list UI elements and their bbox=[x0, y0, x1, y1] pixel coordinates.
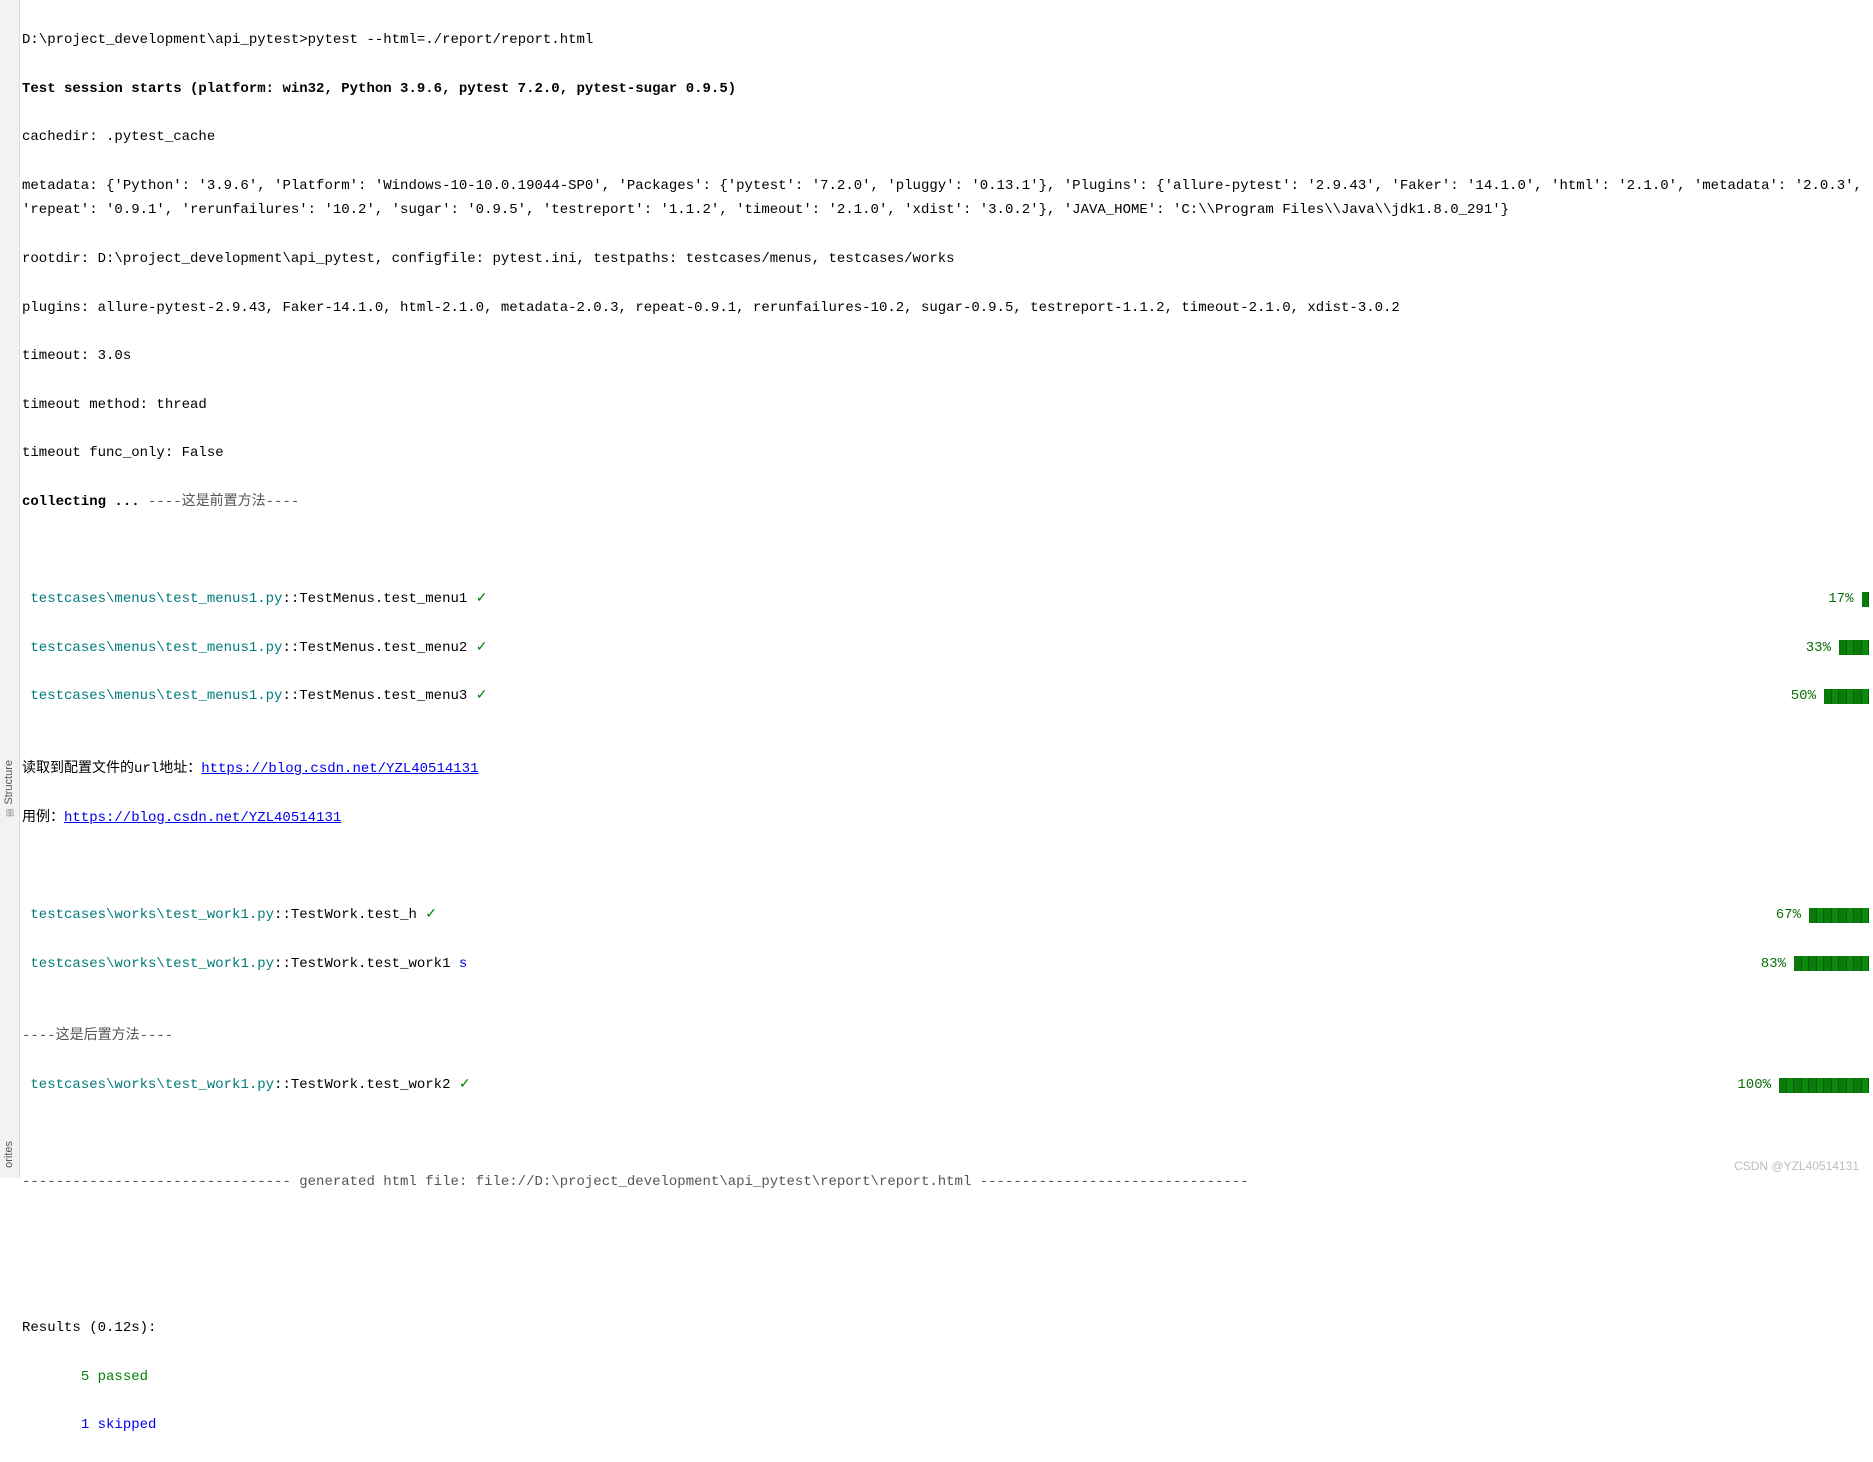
rootdir-line: rootdir: D:\project_development\api_pyte… bbox=[22, 247, 1869, 271]
teardown-line: ----这是后置方法---- bbox=[22, 1024, 1869, 1048]
progress-percent: 17% bbox=[1828, 587, 1853, 611]
progress-bar bbox=[1824, 689, 1869, 704]
case-url-line: 用例：https://blog.csdn.net/YZL40514131 bbox=[22, 806, 1869, 830]
results-header: Results (0.12s): bbox=[22, 1316, 1869, 1340]
progress-bar bbox=[1794, 956, 1869, 971]
timeout-line: timeout: 3.0s bbox=[22, 344, 1869, 368]
test-node: ::TestMenus.test_menu1 bbox=[282, 591, 475, 607]
progress-bar bbox=[1862, 592, 1870, 607]
plugins-line: plugins: allure-pytest-2.9.43, Faker-14.… bbox=[22, 296, 1869, 320]
generated-file-line: -------------------------------- generat… bbox=[22, 1170, 1869, 1194]
test-file: testcases\menus\test_menus1.py bbox=[22, 591, 282, 607]
timeout-method-line: timeout method: thread bbox=[22, 393, 1869, 417]
test-file: testcases\works\test_work1.py bbox=[22, 907, 274, 923]
test-result-row: testcases\menus\test_menus1.py::TestMenu… bbox=[22, 587, 1869, 611]
test-file: testcases\works\test_work1.py bbox=[22, 1077, 274, 1093]
metadata-line: metadata: {'Python': '3.9.6', 'Platform'… bbox=[22, 174, 1869, 223]
session-header: Test session starts (platform: win32, Py… bbox=[22, 77, 1869, 101]
sidebar-structure-tab[interactable]: ▥ Structure bbox=[3, 760, 15, 818]
test-result-row: testcases\menus\test_menus1.py::TestMenu… bbox=[22, 684, 1869, 708]
progress-percent: 33% bbox=[1806, 636, 1831, 660]
command-line: D:\project_development\api_pytest>pytest… bbox=[22, 28, 1869, 52]
checkmark-icon: ✓ bbox=[425, 907, 437, 923]
test-file: testcases\menus\test_menus1.py bbox=[22, 688, 282, 704]
skipped-mark-icon: s bbox=[459, 956, 467, 972]
terminal-output[interactable]: D:\project_development\api_pytest>pytest… bbox=[22, 4, 1869, 1462]
sidebar-favorites-tab[interactable]: orites bbox=[3, 1141, 15, 1168]
ide-sidebar: ▥ Structure orites bbox=[0, 0, 20, 1178]
test-result-row: testcases\menus\test_menus1.py::TestMenu… bbox=[22, 636, 1869, 660]
test-node: ::TestWork.test_h bbox=[274, 907, 425, 923]
checkmark-icon: ✓ bbox=[476, 688, 488, 704]
test-result-row: testcases\works\test_work1.py::TestWork.… bbox=[22, 903, 1869, 927]
test-node: ::TestWork.test_work2 bbox=[274, 1077, 459, 1093]
results-skipped: 1 skipped bbox=[22, 1413, 1869, 1437]
progress-percent: 50% bbox=[1791, 684, 1816, 708]
checkmark-icon: ✓ bbox=[459, 1077, 471, 1093]
results-passed: 5 passed bbox=[22, 1365, 1869, 1389]
config-url-line: 读取到配置文件的url地址：https://blog.csdn.net/YZL4… bbox=[22, 757, 1869, 781]
test-node: ::TestMenus.test_menu3 bbox=[282, 688, 475, 704]
test-node: ::TestWork.test_work1 bbox=[274, 956, 459, 972]
progress-bar bbox=[1779, 1078, 1869, 1093]
test-file: testcases\works\test_work1.py bbox=[22, 956, 274, 972]
test-node: ::TestMenus.test_menu2 bbox=[282, 640, 475, 656]
test-result-row: testcases\works\test_work1.py::TestWork.… bbox=[22, 952, 1869, 976]
case-url-link[interactable]: https://blog.csdn.net/YZL40514131 bbox=[64, 810, 341, 826]
progress-percent: 100% bbox=[1737, 1073, 1771, 1097]
cachedir-line: cachedir: .pytest_cache bbox=[22, 125, 1869, 149]
checkmark-icon: ✓ bbox=[476, 640, 488, 656]
progress-bar bbox=[1809, 908, 1869, 923]
test-file: testcases\menus\test_menus1.py bbox=[22, 640, 282, 656]
checkmark-icon: ✓ bbox=[476, 591, 488, 607]
watermark: CSDN @YZL40514131 bbox=[1734, 1159, 1859, 1173]
progress-percent: 67% bbox=[1776, 903, 1801, 927]
collecting-line: collecting ... ----这是前置方法---- bbox=[22, 490, 1869, 514]
progress-bar bbox=[1839, 640, 1869, 655]
config-url-link[interactable]: https://blog.csdn.net/YZL40514131 bbox=[201, 761, 478, 777]
timeout-func-line: timeout func_only: False bbox=[22, 441, 1869, 465]
progress-percent: 83% bbox=[1761, 952, 1786, 976]
test-result-row: testcases\works\test_work1.py::TestWork.… bbox=[22, 1073, 1869, 1097]
